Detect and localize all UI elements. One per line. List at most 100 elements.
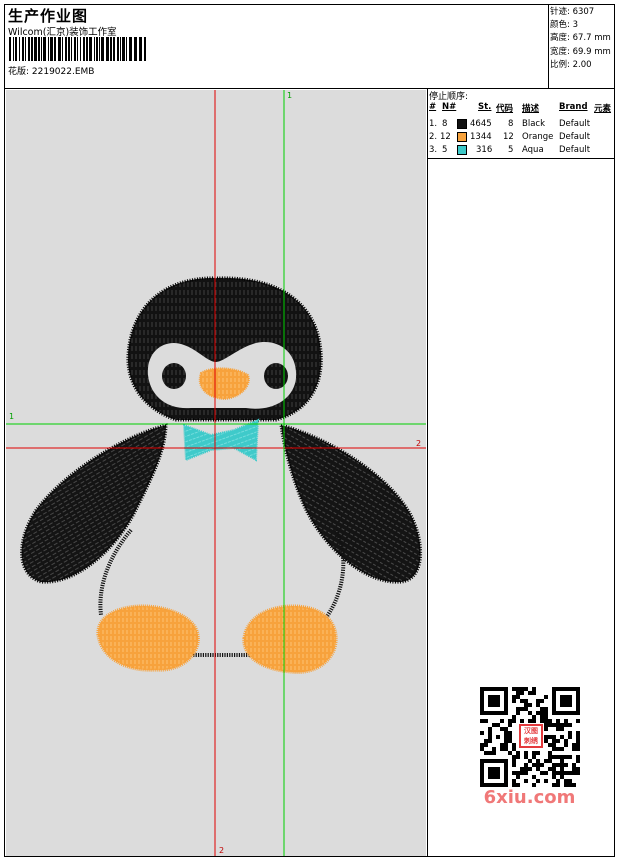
qr-module — [544, 715, 548, 719]
qr-module — [524, 687, 528, 691]
qr-module — [512, 687, 516, 691]
qr-module — [572, 687, 576, 691]
qr-module — [548, 719, 552, 723]
qr-module — [536, 763, 540, 767]
qr-module — [564, 719, 568, 723]
qr-module — [520, 691, 524, 695]
qr-module — [516, 695, 520, 699]
qr-module — [532, 719, 536, 723]
qr-module — [500, 711, 504, 715]
qr-module — [552, 739, 556, 743]
qr-module — [480, 699, 484, 703]
qr-module — [556, 739, 560, 743]
qr-module — [568, 723, 572, 727]
qr-module — [560, 687, 564, 691]
qr-module — [520, 771, 524, 775]
qr-module — [508, 739, 512, 743]
qr-module — [516, 775, 520, 779]
qr-module — [480, 687, 484, 691]
qr-module — [528, 767, 532, 771]
barcode — [9, 37, 146, 61]
qr-module — [488, 751, 492, 755]
stat-stitches: 针迹: 6307 — [550, 7, 595, 17]
qr-module — [528, 719, 532, 723]
qr-module — [504, 703, 508, 707]
qr-module — [576, 695, 580, 699]
qr-module — [556, 755, 560, 759]
qr-module — [480, 707, 484, 711]
barcode-bar — [41, 37, 42, 61]
barcode-bar — [43, 37, 46, 61]
right-wing — [279, 423, 423, 584]
qr-module — [568, 755, 572, 759]
qr-module — [516, 687, 520, 691]
col-stitches: St. — [478, 102, 492, 112]
green-v-axis-label: 1 — [287, 91, 293, 100]
barcode-bar — [110, 37, 112, 61]
col-brand: Brand — [559, 102, 588, 112]
qr-module — [484, 743, 488, 747]
qr-module — [496, 735, 500, 739]
qr-module — [504, 731, 508, 735]
qr-module — [576, 703, 580, 707]
qr-module — [512, 699, 516, 703]
qr-module — [504, 759, 508, 763]
qr-module — [520, 699, 524, 703]
qr-code-block[interactable]: 汉图 刺绣 6xiu.com — [472, 684, 587, 824]
qr-module — [484, 751, 488, 755]
qr-module — [560, 759, 564, 763]
col-index: # — [429, 102, 437, 112]
qr-module — [576, 739, 580, 743]
qr-module — [532, 755, 536, 759]
qr-module — [512, 779, 516, 783]
qr-module — [564, 743, 568, 747]
qr-module — [544, 735, 548, 739]
qr-module — [576, 707, 580, 711]
left-foot — [96, 604, 200, 672]
qr-module — [544, 719, 548, 723]
qr-module — [500, 759, 504, 763]
stat-height: 高度: 67.7 mm — [550, 33, 611, 44]
qr-module — [568, 703, 572, 707]
barcode-bar — [113, 37, 115, 61]
qr-module — [504, 743, 508, 747]
qr-module — [560, 699, 564, 703]
barcode-bar — [71, 37, 72, 61]
qr-module — [484, 711, 488, 715]
qr-module — [496, 759, 500, 763]
qr-module — [492, 699, 496, 703]
qr-module — [516, 707, 520, 711]
qr-module — [576, 731, 580, 735]
qr-module — [552, 691, 556, 695]
qr-module — [504, 747, 508, 751]
qr-module — [500, 743, 504, 747]
barcode-bar — [144, 37, 146, 61]
qr-module — [524, 751, 528, 755]
qr-module — [564, 703, 568, 707]
barcode-bar — [31, 37, 33, 61]
qr-module — [564, 763, 568, 767]
qr-module — [500, 719, 504, 723]
production-sheet: 生产作业图 Wilcom(汇京)装饰工作室 花版: 2219022.EMB 针迹… — [4, 4, 615, 857]
qr-module — [572, 711, 576, 715]
qr-module — [516, 711, 520, 715]
qr-module — [532, 775, 536, 779]
barcode-bar — [65, 37, 67, 61]
qr-module — [520, 687, 524, 691]
qr-module — [492, 723, 496, 727]
barcode-bar — [77, 37, 78, 61]
barcode-bar — [134, 37, 137, 61]
bow-tie — [182, 418, 260, 462]
qr-module — [552, 687, 556, 691]
qr-module — [540, 771, 544, 775]
qr-module — [504, 735, 508, 739]
watermark-brand: 6xiu.com — [483, 787, 576, 808]
qr-module — [548, 759, 552, 763]
qr-module — [544, 771, 548, 775]
stat-colors: 颜色: 3 — [550, 20, 578, 31]
qr-module — [480, 775, 484, 779]
barcode-bar — [106, 37, 109, 61]
barcode-bar — [28, 37, 30, 61]
col-description: 描述 — [522, 104, 540, 114]
barcode-bar — [126, 37, 127, 61]
